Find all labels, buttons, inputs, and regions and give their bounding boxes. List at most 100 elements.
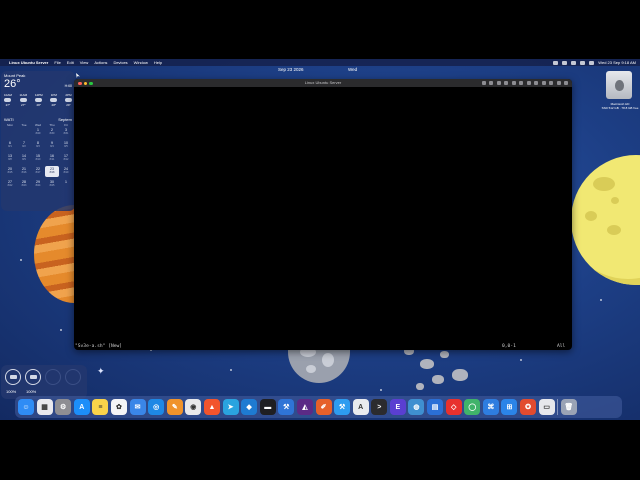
toolbar-icon[interactable] [511,81,516,85]
calendar-day[interactable]: 20 8/15 [3,166,17,177]
weather-condition: H:68 [64,84,72,88]
calendar-day[interactable]: 2 8/30 [45,127,59,138]
calendar-day[interactable] [3,127,17,138]
eo-icon[interactable]: E [389,399,406,415]
desktop-item-label[interactable]: Macintosh HD SSD 512 GB · 78.8 GB free [600,102,640,110]
battery-ring-empty [45,369,61,385]
calendar-day[interactable]: 27 8/22 [3,179,17,190]
pages-icon[interactable]: ✎ [166,399,183,415]
menu-item[interactable]: Devices [113,59,127,66]
toolbar-icon[interactable] [556,81,561,85]
status-icon[interactable] [553,60,559,65]
menu-clock[interactable]: Wed 23 Sep 9:18 AM [598,59,636,66]
calendar-day[interactable]: 1 8/29 [31,127,45,138]
vscode-icon[interactable]: ◆ [241,399,258,415]
calendar-day[interactable]: 17 8/12 [59,153,73,164]
photos-icon[interactable]: ✿ [110,399,127,415]
mouse-cursor-icon [76,73,80,78]
vm-window[interactable]: Linux Ubuntu Server "Sv3e-a.sh" [New] 0,… [74,79,572,350]
calendar-day[interactable]: 28 8/23 [17,179,31,190]
battery-percent: 100% [26,389,37,394]
menu-item[interactable]: View [80,59,89,66]
menu-item[interactable]: Help [154,59,162,66]
menu-item[interactable]: Edit [67,59,74,66]
terminal-icon[interactable]: > [371,399,388,415]
hour-forecast: 11AM 27° [20,93,28,107]
calendar-day[interactable]: 9 8/4 [45,140,59,151]
git-client-icon[interactable]: ◯ [464,399,481,415]
toolbar-icon[interactable] [519,81,523,85]
stage-day: Wed [348,67,358,72]
toolbar-icon[interactable] [541,81,546,85]
terminal-black-icon[interactable]: ▬ [259,399,276,415]
wifi-icon[interactable] [562,60,568,65]
calendar-day[interactable]: 29 8/24 [31,179,45,190]
menu-bar: Linux Ubuntu Server File Edit View Actions De… [0,59,640,66]
hard-drive-icon[interactable] [606,71,632,99]
app-store-icon[interactable]: A [73,399,90,415]
xcode-icon[interactable]: ⚒ [278,399,295,415]
adobe-icon[interactable]: ✪ [520,399,537,415]
calendar-day[interactable]: 10 8/5 [59,140,73,151]
toolbar-icon[interactable] [549,81,553,85]
pen-tool-icon[interactable]: ✐ [315,399,332,415]
affinity-icon[interactable]: ◭ [296,399,313,415]
toolbar-icon[interactable] [534,81,538,85]
calendar-day[interactable]: 21 8/16 [17,166,31,177]
window-titlebar[interactable]: Linux Ubuntu Server [74,79,572,87]
file-manager-icon[interactable]: ▤ [427,399,444,415]
menu-item[interactable]: Window [134,59,148,66]
calendar-day[interactable]: 8 8/3 [31,140,45,151]
safari-icon[interactable]: ◎ [148,399,165,415]
toolbar-icon[interactable] [564,81,568,85]
telegram-icon[interactable]: ➤ [222,399,239,415]
calendar-day[interactable]: 7 8/2 [17,140,31,151]
calendar-day[interactable]: 14 8/9 [17,153,31,164]
battery-ring-mac [5,369,21,385]
calendar-day[interactable]: 13 8/8 [3,153,17,164]
calendar-day[interactable]: 15 8/10 [31,153,45,164]
calendar-day[interactable]: 22 8/17 [31,166,45,177]
anydesk-icon[interactable]: ◇ [445,399,462,415]
battery-widget[interactable]: 100% 100% [1,365,87,399]
toolbar-icon[interactable] [489,81,493,85]
calendar-day[interactable]: 16 8/11 [45,153,59,164]
flow-icon[interactable]: ⌘ [482,399,499,415]
weather-calendar-widget[interactable]: Mount Peak 26° H:68 10AM 27° 11AM 27° 12PM 28… [1,71,75,211]
toolbar-icon[interactable] [496,81,501,85]
battery-status-icon[interactable] [571,60,577,65]
menu-item[interactable]: Actions [94,59,107,66]
database-icon[interactable]: ◍ [408,399,425,415]
calendar-day[interactable]: 24 8/19 [59,166,73,177]
notes-icon[interactable]: ≡ [92,399,109,415]
mail-icon[interactable]: ✉ [129,399,146,415]
calendar-day[interactable]: 1 [59,179,73,190]
text-editor-icon[interactable]: A [352,399,369,415]
toolbar-icon[interactable] [481,81,486,85]
battery-ring-device [25,369,41,385]
dock: ☺ ▦ ⚙ A ≡ ✿ ✉ ◎ ✎ ◉ ▲ ➤ ◆ ▬ ⚒ ◭ ✐ ⚒ A > E ◍ ▤ ◇ ◯ ⌘ ⊞ ✪ ▭ 🗑 [15,396,622,418]
windows-app-icon[interactable]: ⊞ [501,399,518,415]
toolbar-icon[interactable] [526,81,531,85]
menu-item[interactable]: Linux Ubuntu Server [9,59,48,66]
finder-icon[interactable]: ☺ [18,399,34,415]
search-icon[interactable] [580,60,586,65]
battery-percent: 100% [6,389,17,394]
trash-icon[interactable]: 🗑 [560,399,577,415]
calendar-day-today[interactable]: 23 8/18 [45,166,59,177]
launchpad-icon[interactable]: ▦ [36,399,53,415]
menu-item[interactable]: File [54,59,60,66]
system-settings-icon[interactable]: ⚙ [55,399,72,415]
toolbar-icon[interactable] [504,81,508,85]
calendar-day[interactable] [17,127,31,138]
brave-icon[interactable]: ▲ [203,399,220,415]
chrome-icon[interactable]: ◉ [185,399,202,415]
xcode-hammer-icon[interactable]: ⚒ [334,399,351,415]
calendar-day[interactable]: 30 8/25 [45,179,59,190]
cloud-icon [19,98,27,102]
preview-icon[interactable]: ▭ [538,399,555,415]
calendar-day[interactable]: 3 8/31 [59,127,73,138]
control-center-icon[interactable] [589,60,595,65]
calendar-day[interactable]: 6 8/1 [3,140,17,151]
hour-temp: 28° [36,103,41,107]
